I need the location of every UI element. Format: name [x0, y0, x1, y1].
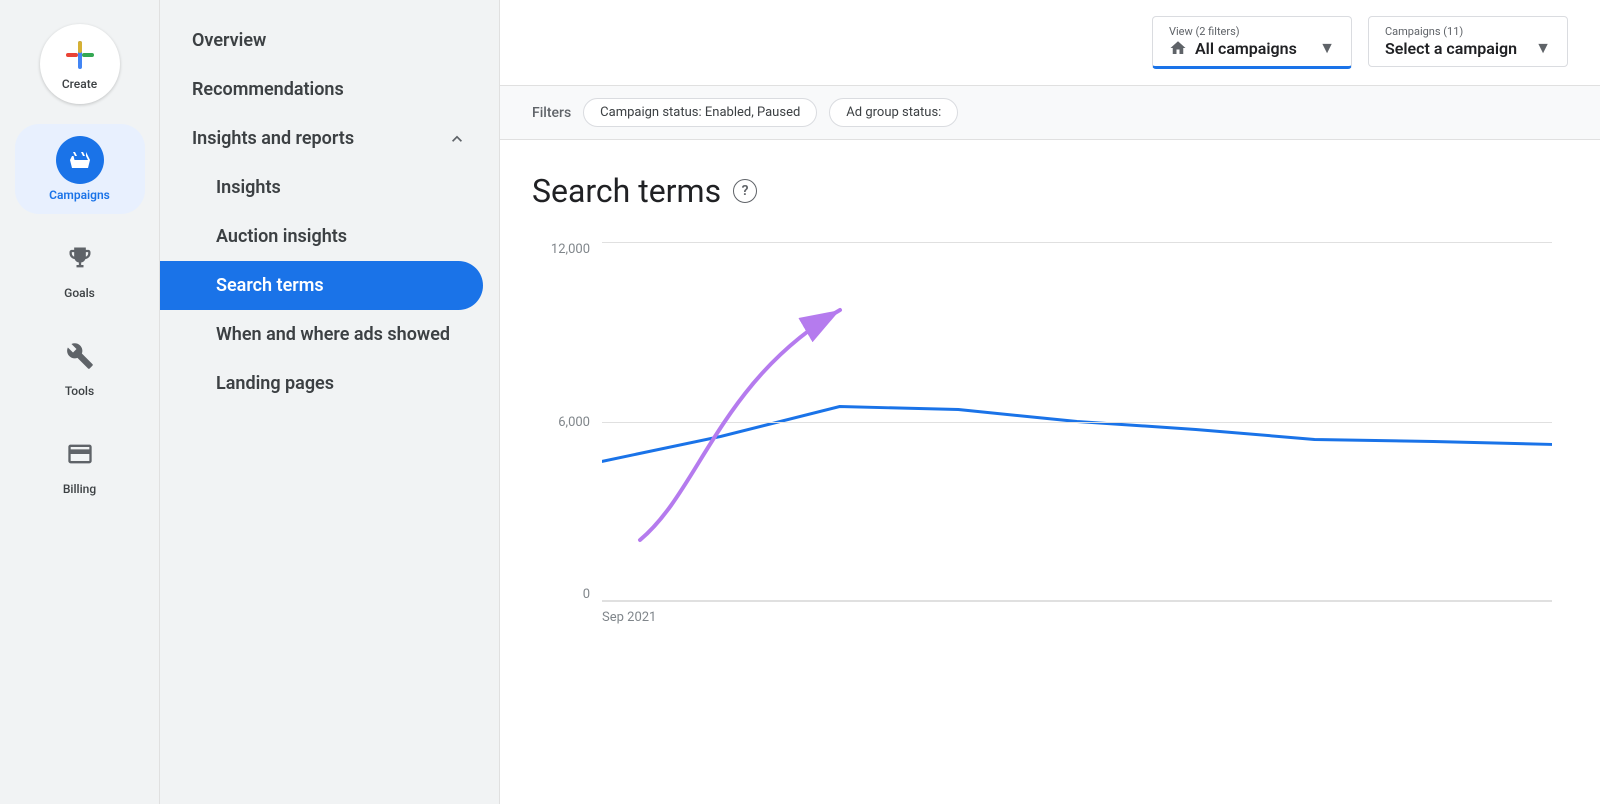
view-filter-value: All campaigns ▼ — [1169, 38, 1335, 58]
icon-sidebar: Create Campaigns Goals Tools — [0, 0, 160, 804]
tools-icon-wrap — [56, 332, 104, 380]
filters-label: Filters — [532, 105, 571, 121]
page-title-row: Search terms ? — [532, 172, 1568, 210]
view-filter-dropdown[interactable]: View (2 filters) All campaigns ▼ — [1152, 16, 1352, 69]
nav-sub-search-terms[interactable]: Search terms — [160, 261, 483, 310]
grid-line-bottom — [602, 600, 1552, 601]
y-label-0: 0 — [583, 587, 590, 602]
y-label-12000: 12,000 — [551, 242, 590, 257]
nav-sidebar: Overview Recommendations Insights and re… — [160, 0, 500, 804]
create-label: Create — [62, 77, 97, 91]
campaigns-label: Campaigns — [49, 188, 110, 202]
content-body: Search terms ? 12,000 6,000 0 — [500, 140, 1600, 804]
sidebar-item-goals[interactable]: Goals — [15, 222, 145, 312]
chart-content — [602, 242, 1552, 602]
billing-icon-wrap — [56, 430, 104, 478]
nav-item-recommendations[interactable]: Recommendations — [160, 65, 499, 114]
goals-icon — [66, 244, 94, 272]
goals-icon-wrap — [56, 234, 104, 282]
tools-label: Tools — [65, 384, 94, 398]
billing-label: Billing — [63, 482, 96, 496]
grid-line-mid — [602, 422, 1552, 423]
goals-label: Goals — [64, 286, 95, 300]
nav-sub-landing-pages[interactable]: Landing pages — [160, 359, 499, 408]
content-header: View (2 filters) All campaigns ▼ Campaig… — [500, 0, 1600, 86]
help-icon[interactable]: ? — [733, 179, 757, 203]
create-button[interactable]: Create — [40, 24, 120, 104]
grid-line-top — [602, 242, 1552, 243]
filter-chip-ad-group-status[interactable]: Ad group status: — [829, 98, 958, 127]
y-label-6000: 6,000 — [558, 415, 590, 430]
nav-sub-when-where[interactable]: When and where ads showed — [160, 310, 499, 359]
view-filter-label: View (2 filters) — [1169, 25, 1335, 38]
filter-chip-campaign-status[interactable]: Campaign status: Enabled, Paused — [583, 98, 817, 127]
campaign-filter-dropdown[interactable]: Campaigns (11) Select a campaign ▼ — [1368, 16, 1568, 67]
billing-icon — [66, 440, 94, 468]
nav-section-label: Insights and reports — [192, 128, 354, 149]
x-axis: Sep 2021 — [602, 602, 1552, 625]
tools-icon — [66, 342, 94, 370]
campaigns-icon-wrap — [56, 136, 104, 184]
chart-area: 12,000 6,000 0 Sep 2021 — [532, 242, 1568, 662]
sidebar-item-billing[interactable]: Billing — [15, 418, 145, 508]
nav-sub-insights[interactable]: Insights — [160, 163, 499, 212]
campaign-filter-label: Campaigns (11) — [1385, 25, 1551, 38]
page-title: Search terms — [532, 172, 721, 210]
y-axis-labels: 12,000 6,000 0 — [532, 242, 602, 602]
home-icon — [1169, 39, 1187, 57]
nav-sub-auction-insights[interactable]: Auction insights — [160, 212, 499, 261]
nav-item-overview[interactable]: Overview — [160, 16, 499, 65]
campaign-chevron-icon: ▼ — [1535, 38, 1551, 58]
x-label-sep2021: Sep 2021 — [602, 610, 656, 625]
filters-row: Filters Campaign status: Enabled, Paused… — [500, 86, 1600, 140]
content-area: View (2 filters) All campaigns ▼ Campaig… — [500, 0, 1600, 804]
sidebar-item-campaigns[interactable]: Campaigns — [15, 124, 145, 214]
chevron-up-icon — [447, 129, 467, 149]
campaigns-icon — [68, 148, 92, 172]
google-plus-icon — [62, 37, 98, 73]
chevron-down-icon: ▼ — [1319, 38, 1335, 58]
campaign-filter-value: Select a campaign ▼ — [1385, 38, 1551, 58]
sidebar-item-tools[interactable]: Tools — [15, 320, 145, 410]
nav-section-insights-reports[interactable]: Insights and reports — [160, 114, 499, 163]
